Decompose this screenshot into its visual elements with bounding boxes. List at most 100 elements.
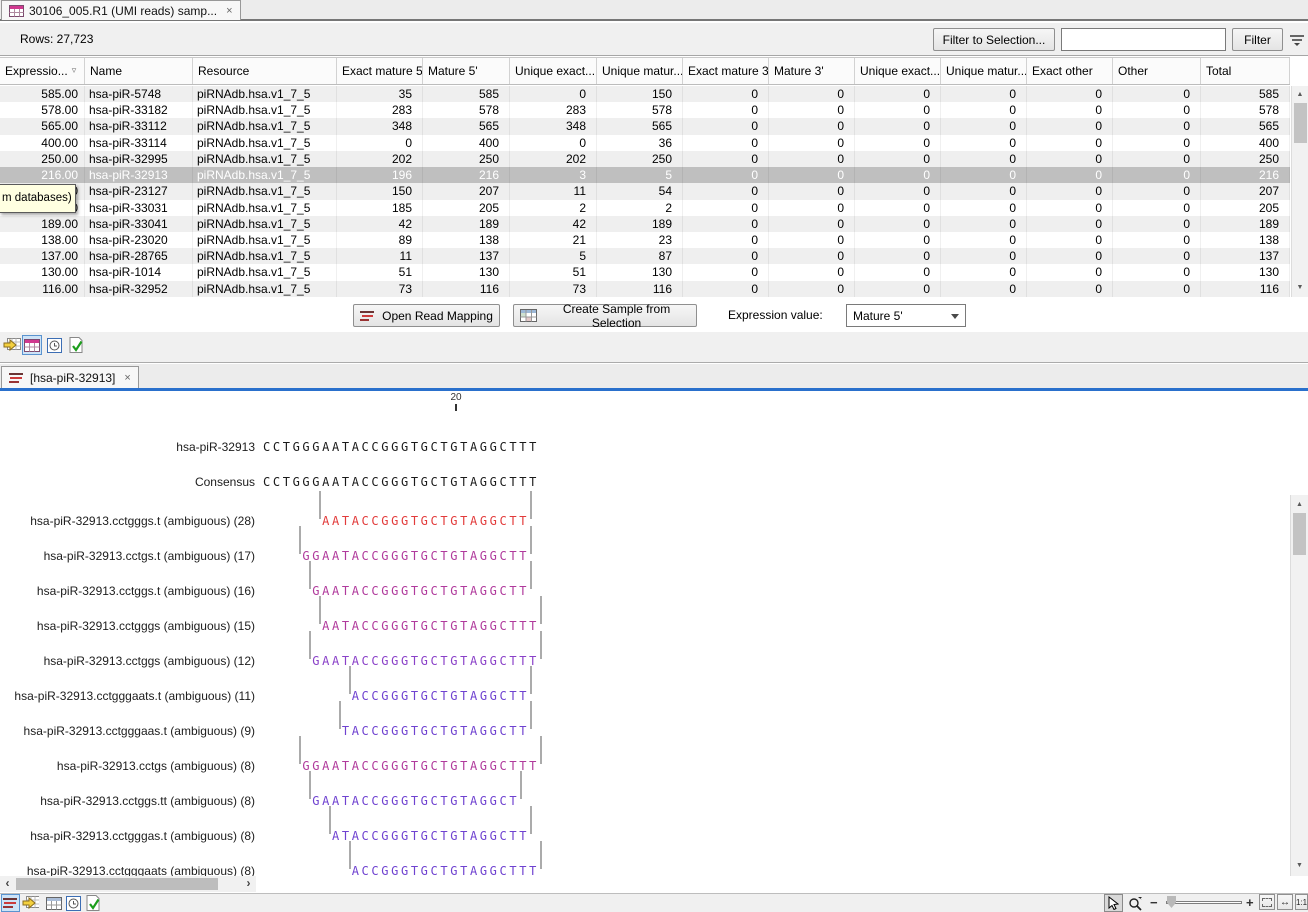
zoom-tool-button[interactable] bbox=[1126, 894, 1145, 912]
column-header[interactable]: Other bbox=[1113, 58, 1201, 84]
scrollbar-thumb[interactable] bbox=[1293, 513, 1306, 555]
column-header[interactable]: Exact mature 5' bbox=[337, 58, 423, 84]
table-cell: hsa-piR-32995 bbox=[85, 151, 193, 167]
table-cell: 0 bbox=[1027, 183, 1113, 199]
column-header[interactable]: Unique matur... bbox=[941, 58, 1027, 84]
element-info-check-button[interactable] bbox=[84, 894, 103, 912]
read-mapping-view-button[interactable] bbox=[1, 894, 20, 912]
table-row[interactable]: 137.00hsa-piR-28765piRNAdb.hsa.v1_7_5111… bbox=[0, 248, 1290, 264]
table-row[interactable]: 138.00hsa-piR-23020piRNAdb.hsa.v1_7_5891… bbox=[0, 232, 1290, 248]
fit-width-button[interactable]: ↔ bbox=[1277, 894, 1293, 910]
scroll-down-icon[interactable]: ▼ bbox=[1292, 280, 1308, 296]
sequence-text: ACCGGGTGCTGTAGGCTT bbox=[352, 687, 529, 705]
table-cell: 0 bbox=[1113, 281, 1201, 297]
filter-button[interactable]: Filter bbox=[1232, 28, 1283, 51]
column-header-label: Unique exact... bbox=[515, 64, 595, 78]
table-row[interactable]: 565.00hsa-piR-33112piRNAdb.hsa.v1_7_5348… bbox=[0, 118, 1290, 134]
tab-expression-table[interactable]: 30106_005.R1 (UMI reads) samp... × bbox=[1, 0, 241, 20]
table-row[interactable]: 400.00hsa-piR-33114piRNAdb.hsa.v1_7_5040… bbox=[0, 135, 1290, 151]
column-header[interactable]: Mature 5' bbox=[423, 58, 510, 84]
alignment-read-row[interactable]: hsa-piR-32913.cctgggas.t (ambiguous) (8)… bbox=[0, 827, 1290, 845]
table-view-button[interactable] bbox=[22, 335, 42, 355]
table-cell: 0 bbox=[683, 248, 769, 264]
scroll-right-icon[interactable]: › bbox=[241, 876, 256, 892]
table-cell: 0 bbox=[683, 264, 769, 280]
export-table-view-button[interactable] bbox=[2, 335, 22, 355]
table-cell: 0 bbox=[1113, 200, 1201, 216]
alignment-vertical-scrollbar[interactable]: ▲ ▼ bbox=[1290, 495, 1308, 876]
open-read-mapping-button[interactable]: Open Read Mapping bbox=[353, 304, 500, 327]
column-header[interactable]: Resource bbox=[193, 58, 337, 84]
export-table-view-button[interactable] bbox=[21, 894, 40, 912]
read-end-marker bbox=[299, 526, 301, 554]
table-cell: 196 bbox=[337, 167, 423, 183]
scroll-up-icon[interactable]: ▲ bbox=[1291, 497, 1308, 513]
sequence-text: GAATACCGGGTGCTGTAGGCTTT bbox=[312, 652, 539, 670]
sequence-text: GAATACCGGGTGCTGTAGGCTT bbox=[312, 582, 529, 600]
scroll-down-icon[interactable]: ▼ bbox=[1291, 858, 1308, 874]
table-view-button[interactable] bbox=[44, 894, 63, 912]
scrollbar-thumb[interactable] bbox=[1294, 103, 1307, 143]
close-icon[interactable]: × bbox=[124, 372, 130, 384]
table-cell: hsa-piR-1014 bbox=[85, 264, 193, 280]
table-row[interactable]: 130.00hsa-piR-1014piRNAdb.hsa.v1_7_55113… bbox=[0, 264, 1290, 280]
alignment-read-row[interactable]: hsa-piR-32913.cctgs.t (ambiguous) (17)GG… bbox=[0, 547, 1290, 565]
table-cell: 0 bbox=[941, 264, 1027, 280]
column-header[interactable]: Unique matur... bbox=[597, 58, 683, 84]
scrollbar-thumb[interactable] bbox=[16, 878, 218, 890]
zoom-out-icon[interactable]: − bbox=[1150, 895, 1158, 910]
table-cell: piRNAdb.hsa.v1_7_5 bbox=[193, 183, 337, 199]
alignment-read-row[interactable]: hsa-piR-32913.cctgs (ambiguous) (8)GGAAT… bbox=[0, 757, 1290, 775]
column-header[interactable]: Expressio...▿ bbox=[0, 58, 85, 84]
zoom-slider-track[interactable] bbox=[1166, 901, 1242, 904]
scroll-up-icon[interactable]: ▲ bbox=[1292, 87, 1308, 103]
table-cell: hsa-piR-28765 bbox=[85, 248, 193, 264]
alignment-read-row[interactable]: hsa-piR-32913.cctggs (ambiguous) (12)GAA… bbox=[0, 652, 1290, 670]
table-cell: piRNAdb.hsa.v1_7_5 bbox=[193, 102, 337, 118]
alignment-read-row[interactable]: hsa-piR-32913.cctgggaats (ambiguous) (8)… bbox=[0, 862, 1290, 876]
column-header[interactable]: Unique exact... bbox=[855, 58, 941, 84]
table-vertical-scrollbar[interactable]: ▲ ▼ bbox=[1291, 86, 1308, 297]
table-cell: 578.00 bbox=[0, 102, 85, 118]
close-icon[interactable]: × bbox=[226, 5, 232, 17]
alignment-read-row[interactable]: hsa-piR-32913.cctggs.t (ambiguous) (16)G… bbox=[0, 582, 1290, 600]
zoom-100-button[interactable]: 1:1 bbox=[1295, 894, 1308, 910]
column-header[interactable]: Name bbox=[85, 58, 193, 84]
column-header[interactable]: Exact mature 3' bbox=[683, 58, 769, 84]
alignment-read-row[interactable]: hsa-piR-32913.cctgggaas.t (ambiguous) (9… bbox=[0, 722, 1290, 740]
marquee-zoom-button[interactable] bbox=[1259, 894, 1275, 910]
tab-read-mapping[interactable]: [hsa-piR-32913] × bbox=[1, 366, 139, 388]
table-row[interactable]: 207.00hsa-piR-23127piRNAdb.hsa.v1_7_5150… bbox=[0, 183, 1290, 199]
table-row[interactable]: 250.00hsa-piR-32995piRNAdb.hsa.v1_7_5202… bbox=[0, 151, 1290, 167]
table-row[interactable]: 585.00hsa-piR-5748piRNAdb.hsa.v1_7_53558… bbox=[0, 86, 1290, 102]
table-row[interactable]: 116.00hsa-piR-32952piRNAdb.hsa.v1_7_5731… bbox=[0, 281, 1290, 297]
column-header[interactable]: Unique exact... bbox=[510, 58, 597, 84]
alignment-read-row[interactable]: hsa-piR-32913.cctgggs.t (ambiguous) (28)… bbox=[0, 512, 1290, 530]
selection-cursor-button[interactable] bbox=[1104, 894, 1123, 912]
filter-input[interactable] bbox=[1061, 28, 1226, 51]
table-row[interactable]: 205.00hsa-piR-33031piRNAdb.hsa.v1_7_5185… bbox=[0, 200, 1290, 216]
history-clock-button[interactable] bbox=[44, 335, 64, 355]
zoom-in-icon[interactable]: + bbox=[1246, 895, 1254, 910]
alignment-read-row[interactable]: hsa-piR-32913.cctgggs (ambiguous) (15)AA… bbox=[0, 617, 1290, 635]
column-header-label: Resource bbox=[198, 64, 249, 78]
element-info-check-button[interactable] bbox=[66, 335, 86, 355]
read-end-marker bbox=[339, 701, 341, 729]
table-row[interactable]: 189.00hsa-piR-33041piRNAdb.hsa.v1_7_5421… bbox=[0, 216, 1290, 232]
alignment-read-row[interactable]: hsa-piR-32913.cctggs.tt (ambiguous) (8)G… bbox=[0, 792, 1290, 810]
table-cell: 0 bbox=[769, 118, 855, 134]
advanced-filter-icon[interactable] bbox=[1288, 31, 1305, 48]
expression-value-select[interactable]: Mature 5' bbox=[846, 304, 966, 327]
column-header[interactable]: Mature 3' bbox=[769, 58, 855, 84]
filter-to-selection-button[interactable]: Filter to Selection... bbox=[933, 28, 1055, 51]
alignment-read-row[interactable]: hsa-piR-32913.cctgggaats.t (ambiguous) (… bbox=[0, 687, 1290, 705]
column-header[interactable]: Total bbox=[1201, 58, 1290, 84]
history-clock-button[interactable] bbox=[64, 894, 83, 912]
create-sample-from-selection-button[interactable]: Create Sample from Selection bbox=[513, 304, 697, 327]
column-header[interactable]: Exact other bbox=[1027, 58, 1113, 84]
table-row[interactable]: 578.00hsa-piR-33182piRNAdb.hsa.v1_7_5283… bbox=[0, 102, 1290, 118]
scroll-left-icon[interactable]: ‹ bbox=[0, 876, 15, 892]
alignment-horizontal-scrollbar[interactable]: ‹ › bbox=[0, 876, 256, 892]
table-cell: 283 bbox=[337, 102, 423, 118]
table-row[interactable]: 216.00hsa-piR-32913piRNAdb.hsa.v1_7_5196… bbox=[0, 167, 1290, 183]
